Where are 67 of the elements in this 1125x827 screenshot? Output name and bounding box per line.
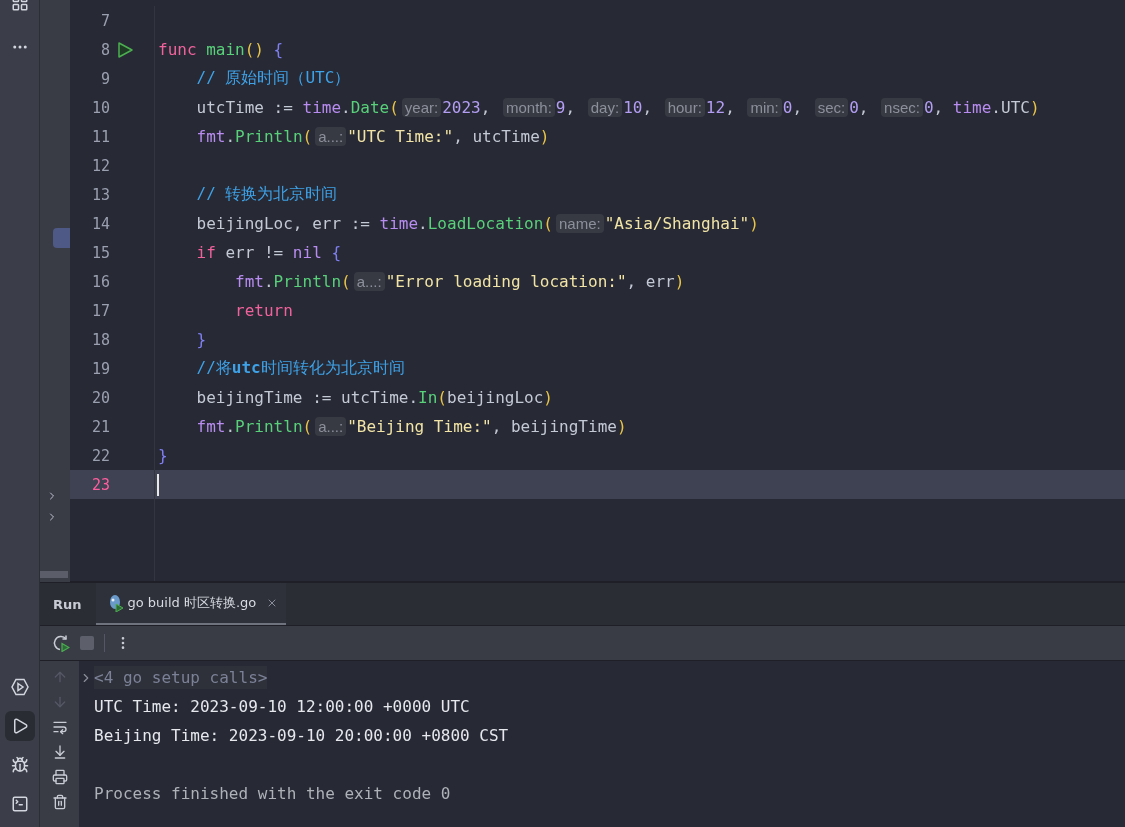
code-text: 10, [623,98,654,117]
code-text: //将utc时间转化为北京时间 [195,358,405,379]
delete-icon[interactable] [51,794,68,810]
parameter-hint: month: [503,98,555,117]
console-line: Process finished with the exit code 0 [94,783,451,805]
line-number: 15 [90,243,110,262]
line-number: 20 [90,388,110,407]
rerun-icon[interactable] [52,634,70,652]
run-icon[interactable] [4,711,35,741]
line-number: 8 [99,40,110,59]
line-number: 14 [90,214,110,233]
code-text: 0, [849,98,870,117]
line-number: 11 [90,127,110,146]
scrollbar-thumb[interactable] [40,571,68,578]
code-text: // 转换为北京时间 [195,184,338,205]
line-number: 19 [90,359,110,378]
parameter-hint: year: [401,98,442,117]
code-text: return [234,301,293,320]
line-number: 16 [90,272,110,291]
line-number: 22 [90,446,110,465]
panel-title: Run [52,595,83,614]
console-line: UTC Time: 2023-09-10 12:00:00 +0000 UTC [94,696,470,718]
line-number: 7 [99,11,110,30]
code-text: fmt.Println( [195,417,313,436]
code-text: } [158,446,168,465]
code-text: "Error loading location:", err) [385,272,685,291]
run-icon[interactable] [116,40,134,59]
line-number: 23 [90,475,110,494]
line-number: 10 [90,98,110,117]
code-text: if err != nil { [195,243,342,262]
line-number: 9 [99,69,110,88]
parameter-hint: hour: [664,98,705,117]
code-text: 9, [555,98,577,117]
code-text: "Asia/Shanghai") [604,214,759,233]
parameter-hint: nsec: [881,98,923,117]
code-text: utcTime := time.Date( [195,98,399,117]
run-tab[interactable]: go build 时区转换.go [95,583,287,625]
code-text: fmt.Println( [195,127,313,146]
code-text: 0, time.UTC) [923,98,1040,117]
code-text: func main() { [158,40,284,59]
code-text: 0, [782,98,803,117]
parameter-hint: a...: [315,127,347,146]
code-text: 12, [705,98,736,117]
line-number: 17 [90,301,110,320]
console-line: Beijing Time: 2023-09-10 20:00:00 +0800 CST [94,725,509,747]
code-text: "UTC Time:", utcTime) [347,127,550,146]
gopher-icon [107,594,124,612]
code-text: fmt.Println( [234,272,351,291]
parameter-hint: a...: [315,417,347,436]
code-text: } [195,330,207,349]
parameter-hint: a...: [353,272,385,291]
line-number: 12 [90,156,110,175]
line-number: 13 [90,185,110,204]
text-cursor [157,473,159,496]
parameter-hint: day: [587,98,623,117]
line-number: 18 [90,330,110,349]
code-text: 2023, [442,98,492,117]
wrap-icon[interactable] [51,719,68,735]
parameter-hint: name: [555,214,604,233]
code-text: beijingLoc, err := time.LoadLocation( [195,214,553,233]
code-text: // 原始时间（UTC） [195,68,351,89]
line-number: 21 [90,417,110,436]
print-icon[interactable] [51,769,68,785]
code-text: beijingTime := utcTime.In(beijingLoc) [195,388,553,407]
code-text: "Beijing Time:", beijingTime) [347,417,627,436]
parameter-hint: sec: [814,98,849,117]
parameter-hint: min: [747,98,782,117]
